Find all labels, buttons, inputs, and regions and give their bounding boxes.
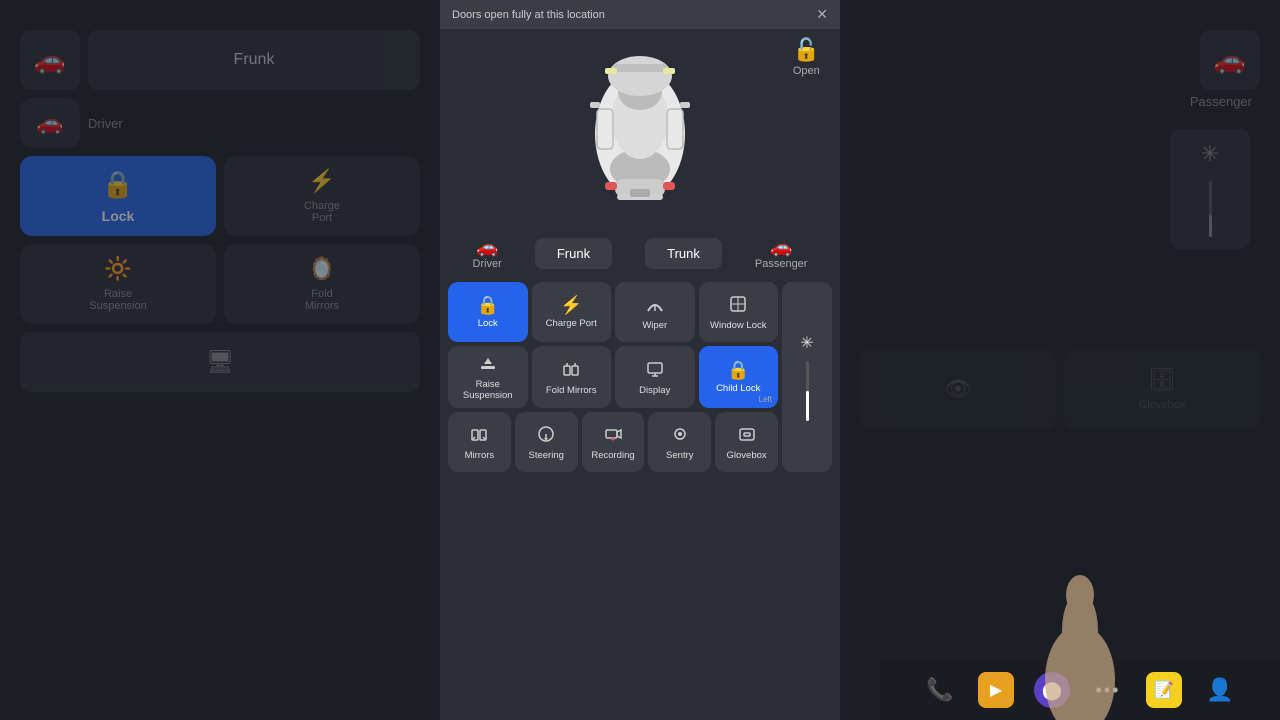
passenger-label: 🚗 Passenger bbox=[755, 237, 808, 270]
raise-suspension-button[interactable]: Raise Suspension bbox=[448, 346, 528, 408]
open-button-area: 🔓 Open bbox=[793, 37, 820, 77]
display-icon bbox=[646, 360, 664, 381]
car-area: 🔓 Open bbox=[440, 29, 840, 229]
row-1c: Mirrors Steering Recording bbox=[448, 412, 778, 472]
taskbar-dots[interactable]: ••• bbox=[1088, 670, 1128, 710]
recording-label: Recording bbox=[591, 450, 634, 461]
sentry-icon bbox=[671, 425, 689, 446]
glovebox-icon bbox=[738, 425, 756, 446]
bg-frunk-label: Frunk bbox=[234, 51, 275, 69]
taskbar-camera[interactable]: ⬤ bbox=[1032, 670, 1072, 710]
raise-suspension-icon bbox=[479, 354, 497, 375]
taskbar-phone[interactable]: 📞 bbox=[920, 670, 960, 710]
taskbar-camera-icon: ⬤ bbox=[1034, 672, 1070, 708]
brightness-fill bbox=[806, 391, 809, 421]
frunk-button[interactable]: Frunk bbox=[535, 238, 612, 269]
taskbar-media-icon: ▶ bbox=[978, 672, 1014, 708]
brightness-track bbox=[806, 361, 809, 421]
bg-passenger-label: Passenger bbox=[1190, 94, 1252, 109]
glovebox-label: Glovebox bbox=[727, 450, 767, 461]
recording-button[interactable]: Recording bbox=[582, 412, 645, 472]
charge-port-button[interactable]: ⚡ Charge Port bbox=[532, 282, 612, 342]
steering-label: Steering bbox=[529, 450, 564, 461]
child-lock-button[interactable]: 🔒 Child Lock Left bbox=[699, 346, 779, 408]
brightness-panel[interactable]: ✳ bbox=[782, 282, 832, 472]
car-image bbox=[560, 64, 720, 204]
row-1a: 🔒 Lock ⚡ Charge Port Wiper bbox=[448, 282, 778, 342]
brightness-icon: ✳ bbox=[800, 333, 813, 353]
wiper-label: Wiper bbox=[642, 320, 667, 331]
wiper-icon bbox=[646, 295, 664, 316]
main-panel: Doors open fully at this location ✕ 🔓 Op… bbox=[440, 0, 840, 720]
glovebox-button[interactable]: Glovebox bbox=[715, 412, 778, 472]
steering-icon bbox=[537, 425, 555, 446]
mirrors-icon bbox=[470, 425, 488, 446]
window-lock-icon bbox=[729, 295, 747, 316]
door-buttons-row: 🚗 Driver Frunk Trunk 🚗 Passenger bbox=[440, 229, 840, 278]
fold-mirrors-icon bbox=[562, 360, 580, 381]
steering-button[interactable]: Steering bbox=[515, 412, 578, 472]
mirrors-label: Mirrors bbox=[465, 450, 495, 461]
bg-lock-label: Lock bbox=[102, 208, 135, 224]
wiper-button[interactable]: Wiper bbox=[615, 282, 695, 342]
taskbar: 📞 ▶ ⬤ ••• 📝 👤 bbox=[880, 660, 1280, 720]
taskbar-map[interactable]: 👤 bbox=[1200, 670, 1240, 710]
lock-button[interactable]: 🔒 Lock bbox=[448, 282, 528, 342]
controls-grid: 🔒 Lock ⚡ Charge Port Wiper bbox=[440, 278, 840, 476]
open-icon: 🔓 bbox=[793, 37, 820, 63]
sentry-label: Sentry bbox=[666, 450, 693, 461]
child-lock-icon: 🔒 bbox=[727, 361, 749, 379]
fold-mirrors-label: Fold Mirrors bbox=[546, 385, 597, 396]
notification-close-btn[interactable]: ✕ bbox=[816, 6, 828, 23]
bg-right-content: 🚗 Passenger ✳ 👁 🗄 Glovebox bbox=[840, 0, 1280, 720]
bg-left-content: 🚗 Frunk 🚗 Driver 🔒 Lock ⚡ Charge Port 🔆 … bbox=[0, 0, 440, 720]
sentry-button[interactable]: Sentry bbox=[648, 412, 711, 472]
taskbar-notes-icon: 📝 bbox=[1146, 672, 1182, 708]
child-lock-label: Child Lock bbox=[716, 383, 760, 394]
window-lock-label: Window Lock bbox=[710, 320, 767, 331]
trunk-button[interactable]: Trunk bbox=[645, 238, 722, 269]
charge-port-icon: ⚡ bbox=[560, 296, 582, 314]
lock-label: Lock bbox=[478, 318, 498, 329]
notification-bar: Doors open fully at this location ✕ bbox=[440, 0, 840, 29]
display-label: Display bbox=[639, 385, 670, 396]
taskbar-media[interactable]: ▶ bbox=[976, 670, 1016, 710]
display-button[interactable]: Display bbox=[615, 346, 695, 408]
dots-icon: ••• bbox=[1096, 680, 1121, 701]
controls-row-1: 🔒 Lock ⚡ Charge Port Wiper bbox=[448, 282, 832, 472]
lock-icon: 🔒 bbox=[477, 296, 499, 314]
bg-raise-suspension-label: Raise Suspension bbox=[89, 288, 147, 312]
open-label: Open bbox=[793, 65, 820, 77]
fold-mirrors-button[interactable]: Fold Mirrors bbox=[532, 346, 612, 408]
controls-col-1: 🔒 Lock ⚡ Charge Port Wiper bbox=[448, 282, 778, 472]
charge-port-label: Charge Port bbox=[546, 318, 597, 329]
driver-label: 🚗 Driver bbox=[473, 237, 502, 270]
child-lock-sublabel: Left bbox=[759, 395, 772, 404]
taskbar-notes[interactable]: 📝 bbox=[1144, 670, 1184, 710]
notification-text: Doors open fully at this location bbox=[452, 9, 605, 21]
bg-fold-mirrors-label: Fold Mirrors bbox=[305, 288, 339, 312]
bg-driver-label: Driver bbox=[88, 116, 123, 131]
raise-suspension-label: Raise Suspension bbox=[452, 379, 524, 402]
bg-glovebox-label: Glovebox bbox=[1139, 399, 1185, 411]
mirrors-button[interactable]: Mirrors bbox=[448, 412, 511, 472]
window-lock-button[interactable]: Window Lock bbox=[699, 282, 779, 342]
row-1b: Raise Suspension Fold Mirrors Display bbox=[448, 346, 778, 408]
bg-charge-port-label: Charge Port bbox=[304, 200, 340, 224]
taskbar-map-icon: 👤 bbox=[1206, 677, 1233, 703]
recording-icon bbox=[604, 425, 622, 446]
